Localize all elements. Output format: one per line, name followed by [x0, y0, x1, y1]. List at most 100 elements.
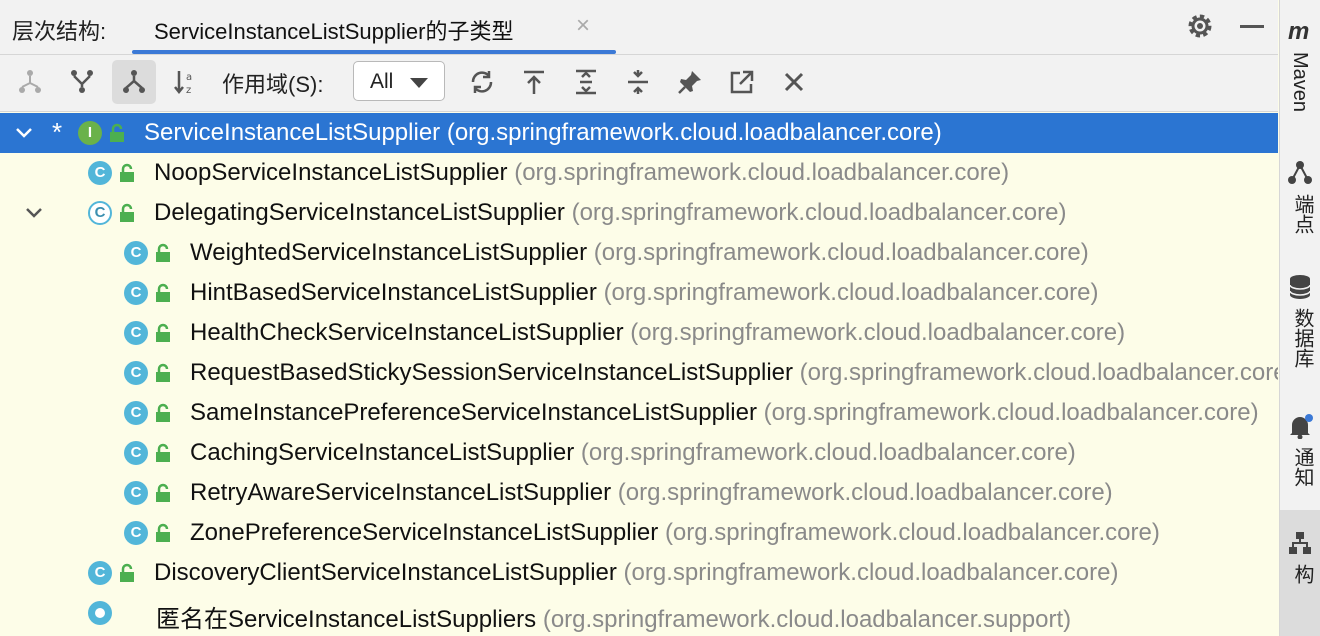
class-name: WeightedServiceInstanceListSupplier (org…: [190, 239, 1089, 267]
close-panel-button[interactable]: [772, 60, 816, 104]
minimize-icon[interactable]: [1240, 25, 1264, 28]
hierarchy-label: 层次结构: [1291, 564, 1313, 584]
expand-all-button[interactable]: [564, 60, 608, 104]
class-icon: C: [124, 401, 148, 425]
type-name: WeightedServiceInstanceListSupplier: [190, 239, 588, 266]
package-name: (org.springframework.cloud.loadbalancer.…: [542, 606, 1072, 633]
class-icon: C: [88, 161, 112, 185]
pin-tab-button[interactable]: [668, 60, 712, 104]
package-name: (org.springframework.cloud.loadbalancer.…: [799, 359, 1278, 386]
chevron-down-icon[interactable]: [24, 203, 44, 223]
class-icon: C: [124, 521, 148, 545]
database-tool-button[interactable]: 数据库: [1280, 268, 1320, 388]
tree-row[interactable]: C NoopServiceInstanceListSupplier (org.sp…: [0, 153, 1278, 193]
class-name: DiscoveryClientServiceInstanceListSuppli…: [154, 559, 1118, 587]
endpoints-tool-button[interactable]: 端点: [1280, 150, 1320, 250]
tree-row[interactable]: C DelegatingServiceInstanceListSupplier (…: [0, 193, 1278, 233]
type-hierarchy-icon: [19, 70, 41, 93]
external-link-icon: [730, 70, 754, 94]
collapse-all-button[interactable]: [616, 60, 660, 104]
supertypes-button[interactable]: [60, 60, 104, 104]
sort-alphabetically-button[interactable]: az: [164, 60, 208, 104]
tab-title: ServiceInstanceListSupplier的子类型: [154, 19, 514, 44]
class-icon: C: [124, 361, 148, 385]
maven-tool-button[interactable]: m Maven: [1280, 0, 1320, 130]
type-name: RetryAwareServiceInstanceListSupplier: [190, 479, 612, 506]
class-icon: C: [124, 321, 148, 345]
maven-icon: m: [1288, 18, 1310, 45]
tree-row[interactable]: C RetryAwareServiceInstanceListSupplier (…: [0, 473, 1278, 513]
package-name: (org.springframework.cloud.loadbalancer.…: [446, 119, 942, 146]
gear-icon[interactable]: [1184, 10, 1216, 42]
database-icon: [1289, 275, 1311, 299]
endpoints-label: 端点: [1291, 194, 1313, 234]
public-lock-icon: [110, 123, 124, 142]
type-name: NoopServiceInstanceListSupplier: [154, 159, 508, 186]
tree-row[interactable]: C ZonePreferenceServiceInstanceListSuppli…: [0, 513, 1278, 553]
hierarchy-icon: [1289, 532, 1311, 554]
class-name: ServiceInstanceListSupplier (org.springf…: [144, 119, 942, 147]
pin-icon: [678, 71, 701, 94]
class-icon: C: [124, 281, 148, 305]
refresh-button[interactable]: [460, 60, 504, 104]
type-name: DiscoveryClientServiceInstanceListSuppli…: [154, 559, 617, 586]
class-name: NoopServiceInstanceListSupplier (org.spr…: [154, 159, 1009, 187]
anonymous-icon: [88, 601, 112, 625]
notifications-tool-button[interactable]: 通知: [1280, 405, 1320, 505]
class-icon: C: [124, 241, 148, 265]
subtypes-icon: [123, 70, 145, 93]
tab-subtypes[interactable]: ServiceInstanceListSupplier的子类型 ×: [132, 0, 616, 54]
type-name: DelegatingServiceInstanceListSupplier: [154, 199, 565, 226]
type-hierarchy-button[interactable]: [8, 60, 52, 104]
package-name: (org.springframework.cloud.loadbalancer.…: [603, 279, 1099, 306]
notifications-label: 通知: [1291, 447, 1313, 487]
hierarchy-header: 层次结构: ServiceInstanceListSupplier的子类型 ×: [0, 0, 1278, 55]
tree-row[interactable]: C CachingServiceInstanceListSupplier (org…: [0, 433, 1278, 473]
scope-value: All: [370, 70, 394, 93]
chevron-down-icon[interactable]: [14, 123, 34, 143]
collapse-all-icon: [628, 70, 648, 94]
public-lock-icon: [120, 203, 134, 222]
tree-row[interactable]: C SameInstancePreferenceServiceInstanceLi…: [0, 393, 1278, 433]
base-on-this-class-button[interactable]: [512, 60, 556, 104]
public-lock-icon: [156, 403, 170, 422]
sort-alpha-icon: az: [174, 71, 192, 96]
tree-row[interactable]: C DiscoveryClientServiceInstanceListSuppl…: [0, 553, 1278, 593]
close-tab-icon[interactable]: ×: [576, 12, 590, 40]
svg-text:z: z: [186, 85, 191, 96]
public-lock-icon: [156, 483, 170, 502]
subtypes-button[interactable]: [112, 60, 156, 104]
package-name: (org.springframework.cloud.loadbalancer.…: [664, 519, 1160, 546]
export-up-icon: [524, 70, 544, 94]
abstract-icon: C: [88, 201, 112, 225]
class-icon: C: [124, 441, 148, 465]
class-name: RetryAwareServiceInstanceListSupplier (o…: [190, 479, 1113, 507]
package-name: (org.springframework.cloud.loadbalancer.…: [763, 399, 1259, 426]
bell-icon: [1290, 414, 1313, 439]
public-lock-icon: [156, 443, 170, 462]
tree-row[interactable]: C HealthCheckServiceInstanceListSupplier …: [0, 313, 1278, 353]
scope-label: 作用域(S):: [222, 72, 324, 97]
type-name: RequestBasedStickySessionServiceInstance…: [190, 359, 793, 386]
class-name: CachingServiceInstanceListSupplier (org.…: [190, 439, 1076, 467]
tree-row[interactable]: C HintBasedServiceInstanceListSupplier (o…: [0, 273, 1278, 313]
type-name: CachingServiceInstanceListSupplier: [190, 439, 575, 466]
class-name: HealthCheckServiceInstanceListSupplier (…: [190, 319, 1125, 347]
package-name: (org.springframework.cloud.loadbalancer.…: [623, 559, 1119, 586]
right-tool-bar: m Maven 端点 数据库 通知 层次结构: [1279, 0, 1320, 636]
hierarchy-tool-button[interactable]: 层次结构: [1280, 510, 1320, 636]
hierarchy-toolbar: az 作用域(S): All: [0, 55, 1278, 112]
tree-row[interactable]: 匿名在ServiceInstanceListSuppliers (org.spr…: [0, 593, 1278, 633]
tree-row[interactable]: * I ServiceInstanceListSupplier (org.sprin…: [0, 113, 1278, 153]
tree-row[interactable]: C RequestBasedStickySessionServiceInstanc…: [0, 353, 1278, 393]
refresh-icon: [471, 71, 493, 93]
type-name: 匿名在ServiceInstanceListSuppliers: [156, 606, 537, 633]
class-name: DelegatingServiceInstanceListSupplier (o…: [154, 199, 1066, 227]
interface-icon: I: [78, 121, 102, 145]
endpoints-icon: [1288, 161, 1312, 184]
open-in-new-window-button[interactable]: [720, 60, 764, 104]
chevron-down-icon: [410, 78, 428, 88]
scope-dropdown[interactable]: All: [353, 61, 445, 101]
tree-row[interactable]: C WeightedServiceInstanceListSupplier (or…: [0, 233, 1278, 273]
type-name: HealthCheckServiceInstanceListSupplier: [190, 319, 624, 346]
